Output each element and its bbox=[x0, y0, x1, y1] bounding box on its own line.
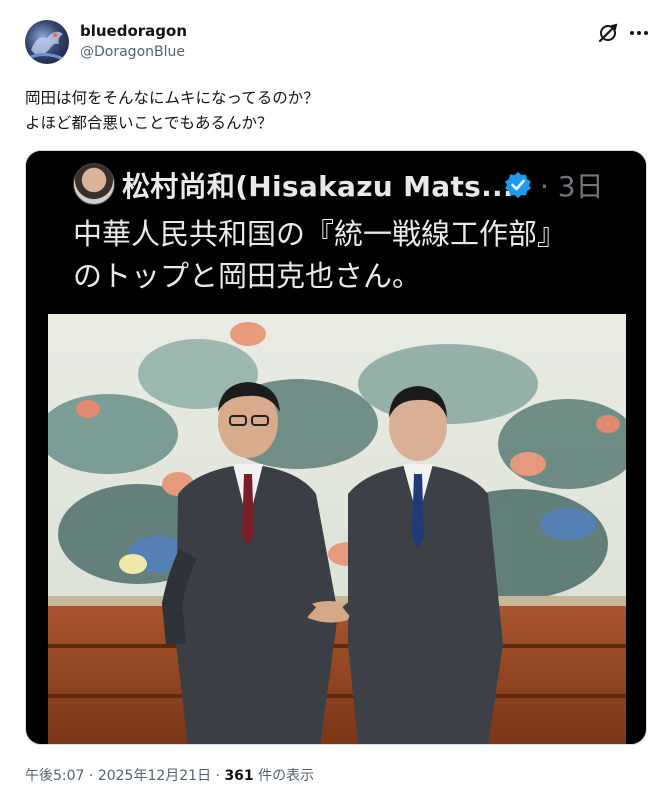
attached-image[interactable]: 松村尚和(Hisakazu Mats... · 3日 中華人民共和国の『統一戦線… bbox=[25, 150, 647, 745]
views-label: 件の表示 bbox=[253, 768, 315, 784]
grok-icon[interactable] bbox=[597, 22, 619, 44]
quoted-post-text: 中華人民共和国の『統一戦線工作部』 のトップと岡田克也さん。 bbox=[73, 217, 567, 293]
post-meta: 午後5:07 · 2025年12月21日 · 361 件の表示 bbox=[25, 765, 314, 785]
tweet-text: 岡田は何をそんなにムキになってるのか？ よほど都合悪いことでもあるんか？ bbox=[25, 89, 319, 132]
user-handle[interactable]: @DoragonBlue bbox=[80, 44, 185, 60]
quoted-author-avatar bbox=[73, 163, 115, 205]
photo-two-men-handshake bbox=[48, 314, 626, 744]
post-date[interactable]: 2025年12月21日 bbox=[98, 768, 211, 784]
post-time[interactable]: 午後5:07 bbox=[25, 768, 84, 784]
more-options-icon[interactable] bbox=[627, 22, 651, 44]
display-name[interactable]: bluedoragon bbox=[80, 22, 187, 40]
meta-separator: · bbox=[84, 768, 98, 784]
quoted-author-name: 松村尚和(Hisakazu Mats... bbox=[122, 170, 514, 203]
views-count: 361 bbox=[224, 768, 254, 784]
verified-badge-icon bbox=[505, 172, 531, 198]
quoted-post-time: · 3日 bbox=[540, 170, 604, 203]
user-avatar[interactable] bbox=[25, 20, 69, 64]
tweet-card: bluedoragon @DoragonBlue 岡田は何をそんなにムキになって… bbox=[0, 0, 670, 790]
dragon-avatar-icon bbox=[28, 31, 66, 62]
meta-separator: · bbox=[211, 768, 225, 784]
